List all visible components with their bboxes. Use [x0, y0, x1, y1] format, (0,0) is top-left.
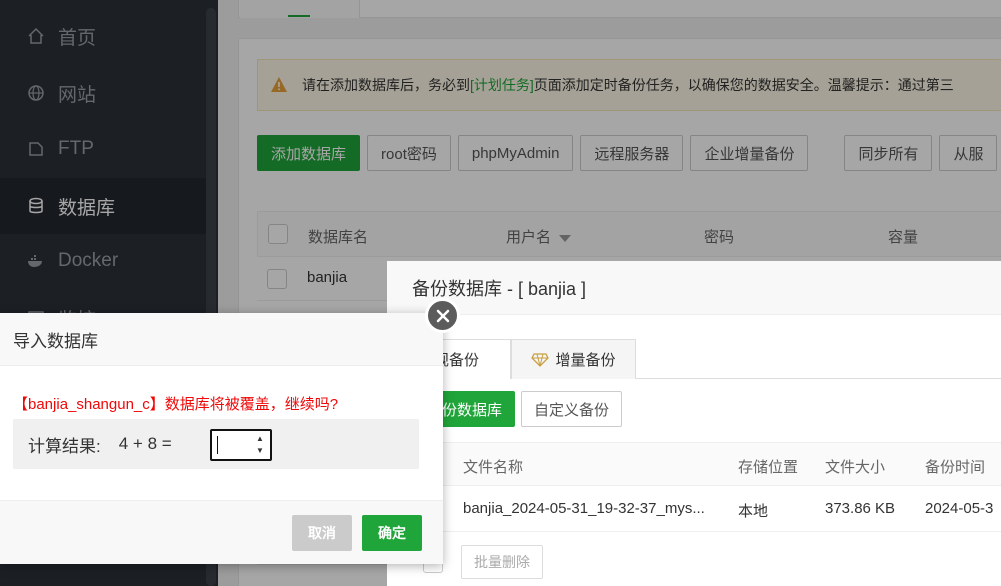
- close-icon: [436, 309, 449, 322]
- backup-dialog: 备份数据库 - [ banjia ] 常规备份 增量备份 备份数据库 自定义备份…: [387, 261, 1001, 586]
- column-header-filename: 文件名称: [463, 459, 524, 476]
- warning-text-suffix: 页面添加定时备份任务，以确保您的数据安全。温馨提示：通过第三: [533, 77, 954, 93]
- calc-result-input[interactable]: ▲ ▼: [210, 429, 272, 461]
- db-name[interactable]: banjia: [307, 269, 347, 286]
- column-header-user[interactable]: 用户名: [506, 226, 572, 247]
- backup-size: 373.86 KB: [825, 500, 896, 517]
- sync-from-server-button[interactable]: 从服: [939, 135, 998, 171]
- docker-icon: [26, 251, 46, 271]
- tab-underline: [288, 15, 310, 17]
- toolbar: 添加数据库 root密码 phpMyAdmin 远程服务器 企业增量备份 同步所…: [257, 135, 1001, 171]
- cancel-button[interactable]: 取消: [292, 515, 352, 551]
- import-dialog-title: 导入数据库: [0, 313, 443, 366]
- sidebar-item-docker[interactable]: Docker: [0, 233, 206, 289]
- add-database-button[interactable]: 添加数据库: [257, 135, 361, 171]
- ftp-icon: [26, 139, 46, 159]
- tab-incremental-backup[interactable]: 增量备份: [511, 339, 636, 379]
- sidebar-item-label: 数据库: [58, 197, 116, 219]
- select-all-checkbox[interactable]: [268, 224, 288, 244]
- calc-label: 计算结果:: [28, 436, 101, 456]
- backup-table-header: 文件名称 存储位置 文件大小 备份时间: [387, 442, 1001, 486]
- backup-tabs: 常规备份 增量备份: [387, 339, 1001, 379]
- sidebar-item-label: FTP: [58, 138, 94, 159]
- backup-dialog-title: 备份数据库 - [ banjia ]: [387, 261, 1001, 315]
- table-header: 数据库名 用户名 密码 容量: [257, 211, 1001, 257]
- captcha-box: 计算结果: 4 + 8 = ▲ ▼: [13, 419, 419, 469]
- backup-time: 2024-05-3: [925, 500, 994, 517]
- globe-icon: [26, 83, 46, 103]
- column-header-time: 备份时间: [925, 459, 986, 476]
- row-checkbox[interactable]: [267, 269, 287, 289]
- root-password-button[interactable]: root密码: [367, 135, 451, 171]
- database-icon: [26, 196, 46, 216]
- cron-task-link[interactable]: [计划任务]: [470, 75, 534, 95]
- sidebar-item-label: 网站: [58, 84, 97, 106]
- phpmyadmin-button[interactable]: phpMyAdmin: [457, 135, 574, 171]
- backup-row: banjia_2024-05-31_19-32-37_mys... 本地 373…: [387, 486, 1001, 532]
- backup-filename: banjia_2024-05-31_19-32-37_mys...: [463, 500, 705, 517]
- sidebar-item-home[interactable]: 首页: [0, 8, 206, 64]
- tab-label: 增量备份: [555, 352, 616, 369]
- sort-desc-icon: [559, 234, 572, 242]
- column-header-filesize: 文件大小: [825, 459, 886, 476]
- overwrite-warning: 【banjia_shangun_c】数据库将被覆盖，继续吗?: [13, 396, 339, 413]
- home-icon: [26, 26, 46, 46]
- number-spinner[interactable]: ▲ ▼: [254, 434, 266, 456]
- sidebar-item-label: 首页: [58, 27, 97, 49]
- enterprise-backup-button[interactable]: 企业增量备份: [690, 135, 809, 171]
- close-dialog-button[interactable]: [425, 298, 460, 333]
- backup-location: 本地: [738, 503, 769, 520]
- dialog-footer: 取消 确定: [0, 500, 443, 564]
- sidebar-item-ftp[interactable]: FTP: [0, 121, 206, 177]
- text-caret: [217, 436, 218, 454]
- sidebar-item-label: Docker: [58, 250, 119, 271]
- spin-down-icon[interactable]: ▼: [256, 446, 264, 456]
- column-header-password[interactable]: 密码: [704, 226, 734, 247]
- import-database-dialog: 导入数据库 【banjia_shangun_c】数据库将被覆盖，继续吗? 计算结…: [0, 313, 443, 564]
- column-header-location: 存储位置: [738, 459, 799, 476]
- column-header-size[interactable]: 容量: [888, 226, 918, 247]
- warning-banner: 请在添加数据库后，务必到 [计划任务] 页面添加定时备份任务，以确保您的数据安全。温…: [257, 59, 1001, 111]
- remote-server-button[interactable]: 远程服务器: [580, 135, 684, 171]
- custom-backup-button[interactable]: 自定义备份: [521, 391, 623, 427]
- sidebar-item-database[interactable]: 数据库: [0, 178, 206, 234]
- sync-all-button[interactable]: 同步所有: [844, 135, 933, 171]
- warning-icon: [271, 77, 287, 92]
- warning-text: 请在添加数据库后，务必到: [302, 77, 470, 93]
- batch-delete-button[interactable]: 批量删除: [461, 545, 543, 579]
- calc-expression: 4 + 8 =: [118, 434, 172, 453]
- spin-up-icon[interactable]: ▲: [256, 434, 264, 444]
- column-header-name[interactable]: 数据库名: [308, 226, 368, 247]
- diamond-icon: [531, 352, 550, 367]
- sidebar-item-website[interactable]: 网站: [0, 65, 206, 121]
- confirm-button[interactable]: 确定: [362, 515, 422, 551]
